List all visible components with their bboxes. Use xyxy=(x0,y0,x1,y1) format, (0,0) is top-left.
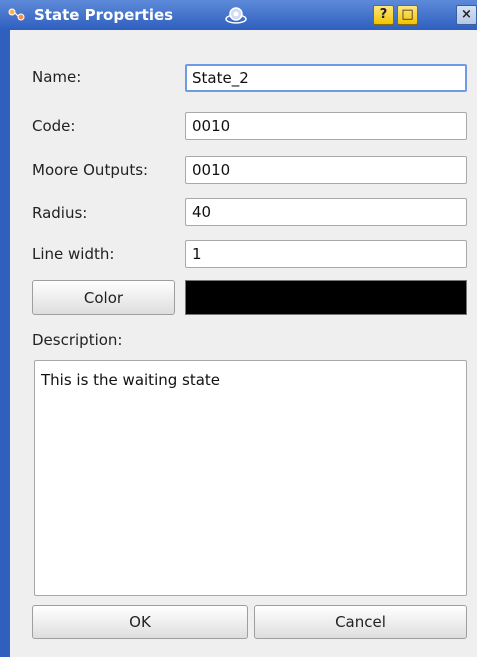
help-button[interactable]: ? xyxy=(373,5,394,25)
window-border xyxy=(0,30,10,657)
description-label: Description: xyxy=(32,331,123,349)
line-width-label: Line width: xyxy=(32,245,115,263)
description-textarea[interactable]: This is the waiting state xyxy=(34,360,467,596)
cancel-button[interactable]: Cancel xyxy=(254,605,467,639)
radius-input[interactable] xyxy=(185,198,467,226)
line-width-input[interactable] xyxy=(185,240,467,268)
color-swatch[interactable] xyxy=(185,280,467,315)
code-label: Code: xyxy=(32,117,76,135)
state-properties-dialog: State Properties ? □ × Name: Code: Moore… xyxy=(0,0,477,657)
moore-outputs-label: Moore Outputs: xyxy=(32,161,149,179)
color-button[interactable]: Color xyxy=(32,280,175,315)
close-button[interactable]: × xyxy=(456,5,477,25)
ok-button[interactable]: OK xyxy=(32,605,248,639)
moore-outputs-input[interactable] xyxy=(185,156,467,184)
radius-label: Radius: xyxy=(32,204,88,222)
title-bar[interactable]: State Properties ? □ × xyxy=(0,0,477,31)
maximize-button[interactable]: □ xyxy=(397,5,418,25)
app-icon xyxy=(8,7,26,23)
name-label: Name: xyxy=(32,68,82,86)
window-title: State Properties xyxy=(34,6,174,24)
dialog-body: Name: Code: Moore Outputs: Radius: Line … xyxy=(10,30,477,657)
code-input[interactable] xyxy=(185,112,467,140)
emblem-icon xyxy=(224,5,248,25)
name-input[interactable] xyxy=(185,64,467,92)
